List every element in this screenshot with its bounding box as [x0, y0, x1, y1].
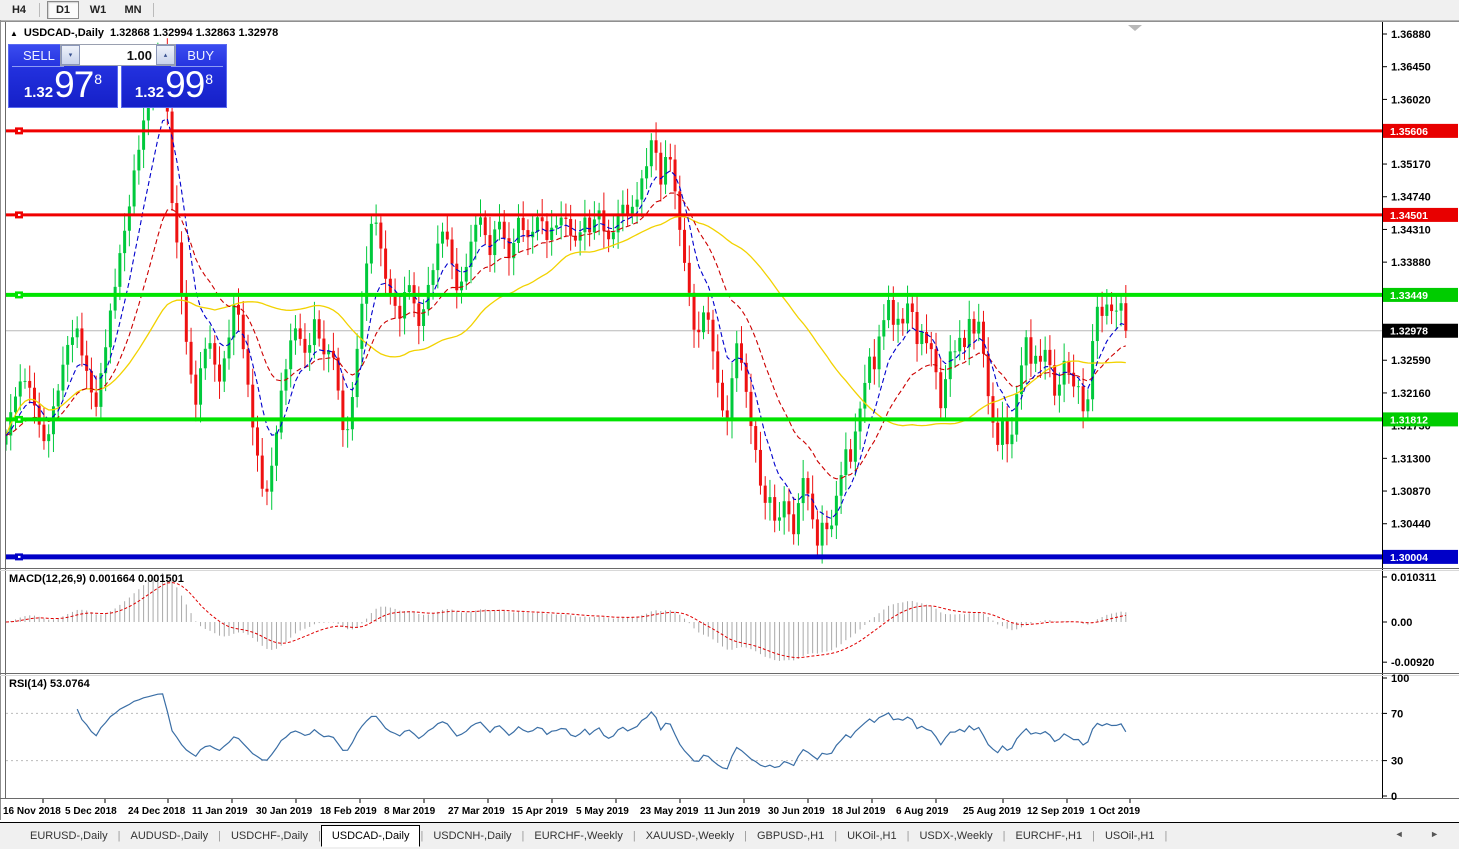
timeframe-button-h4[interactable]: H4	[3, 1, 35, 19]
current-price-line: 1.32978	[6, 324, 1458, 338]
svg-text:5 Dec 2018: 5 Dec 2018	[65, 806, 117, 817]
volume-control: ▾ ▴	[60, 44, 176, 66]
buy-price-pips: 99	[165, 66, 204, 103]
toolbar-separator	[39, 3, 40, 17]
buy-button[interactable]: BUY	[187, 48, 214, 63]
svg-text:-0.00920: -0.00920	[1391, 657, 1434, 669]
tab-usdx-weekly[interactable]: USDX-,Weekly	[909, 826, 1002, 846]
svg-text:11 Jun 2019: 11 Jun 2019	[704, 806, 761, 817]
svg-text:70: 70	[1391, 708, 1403, 720]
sell-price[interactable]: 1.32 97 8	[9, 66, 117, 103]
timeframe-button-mn[interactable]: MN	[117, 1, 149, 19]
svg-text:1 Oct 2019: 1 Oct 2019	[1090, 806, 1140, 817]
volume-decrease-button[interactable]: ▾	[61, 45, 80, 65]
chart-canvas[interactable]: 1.36880 1.36450 1.36020 1.35170 1.34740 1.343…	[0, 20, 1459, 822]
svg-text:1.33880: 1.33880	[1391, 257, 1431, 269]
svg-text:1.30440: 1.30440	[1391, 519, 1431, 531]
price-axis[interactable]: 1.36880 1.36450 1.36020 1.35170 1.34740 1.343…	[1382, 29, 1431, 531]
svg-text:1.33449: 1.33449	[1390, 290, 1428, 302]
svg-text:1.36020: 1.36020	[1391, 94, 1431, 106]
volume-input[interactable]	[80, 45, 156, 65]
svg-text:1.35606: 1.35606	[1390, 126, 1428, 138]
svg-text:1.31300: 1.31300	[1391, 453, 1431, 465]
chart-shift-marker-icon[interactable]	[1128, 25, 1142, 31]
svg-text:1.36450: 1.36450	[1391, 62, 1431, 74]
svg-text:0.010311: 0.010311	[1391, 572, 1436, 584]
svg-text:6 Aug 2019: 6 Aug 2019	[896, 806, 949, 817]
svg-text:27 Mar 2019: 27 Mar 2019	[448, 806, 505, 817]
svg-text:12 Sep 2019: 12 Sep 2019	[1027, 806, 1085, 817]
timeframe-button-w1[interactable]: W1	[82, 1, 114, 19]
tab-audusd-daily[interactable]: AUDUSD-,Daily	[120, 826, 218, 846]
svg-text:1.35170: 1.35170	[1391, 159, 1431, 171]
chart-title-bar: ▲ USDCAD-,Daily 1.32868 1.32994 1.32863 …	[10, 27, 278, 39]
svg-text:30 Jun 2019: 30 Jun 2019	[768, 806, 825, 817]
symbol-tab-bar: EURUSD-,Daily|AUDUSD-,Daily|USDCHF-,Dail…	[0, 822, 1459, 849]
tab-eurusd-daily[interactable]: EURUSD-,Daily	[20, 826, 118, 846]
svg-text:18 Jul 2019: 18 Jul 2019	[832, 806, 886, 817]
svg-text:1.32978: 1.32978	[1390, 326, 1428, 338]
svg-text:0.00: 0.00	[1391, 617, 1412, 629]
svg-text:8 Mar 2019: 8 Mar 2019	[384, 806, 436, 817]
chart-window: 1.36880 1.36450 1.36020 1.35170 1.34740 1.343…	[0, 20, 1459, 822]
svg-text:1.34740: 1.34740	[1391, 192, 1431, 204]
tab-usdcnh-daily[interactable]: USDCNH-,Daily	[423, 826, 521, 846]
tab-scroll-arrows[interactable]: ◄ ►	[1395, 829, 1451, 839]
svg-text:23 May 2019: 23 May 2019	[640, 806, 699, 817]
svg-text:1.30870: 1.30870	[1391, 486, 1431, 498]
buy-price[interactable]: 1.32 99 8	[122, 66, 226, 103]
svg-text:25 Aug 2019: 25 Aug 2019	[963, 806, 1021, 817]
collapse-triangle-icon[interactable]: ▲	[10, 29, 18, 38]
tab-separator: |	[1164, 830, 1167, 842]
moving-average-lines	[6, 119, 1126, 519]
sell-price-prefix: 1.32	[24, 85, 53, 100]
svg-text:1.30004: 1.30004	[1390, 552, 1428, 564]
tab-ukoil-h1[interactable]: UKOil-,H1	[837, 826, 907, 846]
svg-text:1.34310: 1.34310	[1391, 224, 1431, 236]
macd-indicator-label: MACD(12,26,9) 0.001664 0.001501	[9, 573, 184, 585]
timeframe-toolbar: H4 D1W1MN	[0, 0, 1459, 21]
one-click-trading-panel: SELL 1.32 97 8 BUY 1.32 99 8 ▾ ▴	[8, 44, 227, 108]
svg-text:11 Jan 2019: 11 Jan 2019	[192, 806, 248, 817]
buy-price-prefix: 1.32	[135, 85, 164, 100]
toolbar-separator	[153, 3, 154, 17]
volume-increase-button[interactable]: ▴	[156, 45, 175, 65]
rsi-indicator-label: RSI(14) 53.0764	[9, 678, 91, 690]
svg-text:100: 100	[1391, 673, 1409, 685]
svg-text:1.31812: 1.31812	[1390, 414, 1428, 426]
svg-text:1.34501: 1.34501	[1390, 210, 1428, 222]
tab-usoil-h1[interactable]: USOil-,H1	[1095, 826, 1165, 846]
tab-xauusd-weekly[interactable]: XAUUSD-,Weekly	[636, 826, 744, 846]
sell-price-fraction: 8	[94, 72, 102, 86]
sell-price-pips: 97	[54, 66, 93, 103]
svg-text:30: 30	[1391, 756, 1403, 768]
svg-text:15 Apr 2019: 15 Apr 2019	[512, 806, 568, 817]
svg-text:0: 0	[1391, 791, 1397, 803]
tab-eurchf-weekly[interactable]: EURCHF-,Weekly	[524, 826, 632, 846]
svg-text:18 Feb 2019: 18 Feb 2019	[320, 806, 377, 817]
tab-eurchf-h1[interactable]: EURCHF-,H1	[1005, 826, 1092, 846]
svg-text:1.36880: 1.36880	[1391, 29, 1431, 41]
svg-text:24 Dec 2018: 24 Dec 2018	[128, 806, 186, 817]
svg-text:1.32160: 1.32160	[1391, 388, 1431, 400]
date-axis[interactable]: 16 Nov 2018 5 Dec 2018 24 Dec 2018 11 Jan 2…	[3, 799, 1140, 817]
svg-text:16 Nov 2018: 16 Nov 2018	[3, 806, 61, 817]
chart-ohlc-values: 1.32868 1.32994 1.32863 1.32978	[110, 27, 278, 39]
svg-text:1.32590: 1.32590	[1391, 355, 1431, 367]
svg-text:30 Jan 2019: 30 Jan 2019	[256, 806, 313, 817]
sell-button[interactable]: SELL	[23, 48, 55, 63]
macd-panel: 0.010311 0.00 -0.00920	[6, 572, 1436, 669]
tab-gbpusd-h1[interactable]: GBPUSD-,H1	[747, 826, 834, 846]
svg-text:5 May 2019: 5 May 2019	[576, 806, 629, 817]
buy-price-fraction: 8	[205, 72, 213, 86]
tab-usdchf-daily[interactable]: USDCHF-,Daily	[221, 826, 318, 846]
rsi-panel: 100 70 30 0	[6, 673, 1409, 803]
timeframe-button-d1[interactable]: D1	[47, 1, 79, 19]
chart-symbol-label: USDCAD-,Daily	[24, 27, 104, 39]
tab-usdcad-daily[interactable]: USDCAD-,Daily	[321, 825, 421, 847]
